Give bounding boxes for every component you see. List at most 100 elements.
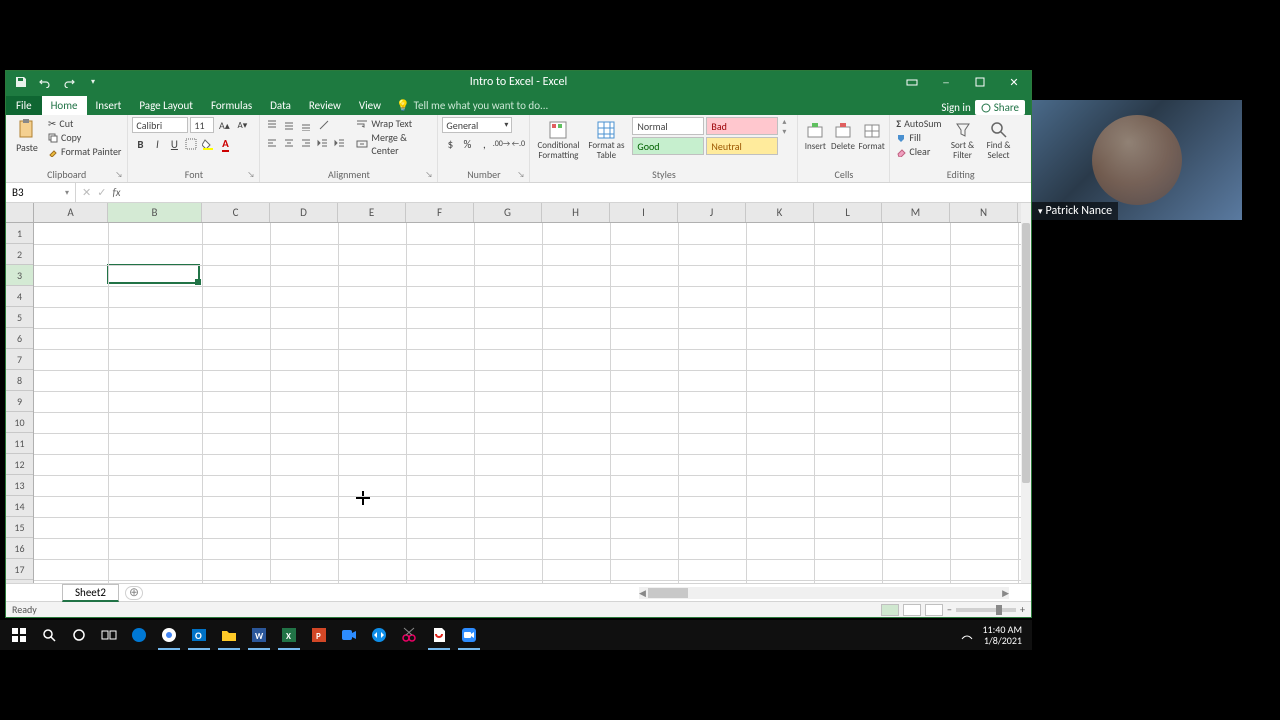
row-header[interactable]: 2	[6, 244, 33, 265]
conditional-formatting-button[interactable]: Conditional Formatting	[534, 117, 582, 163]
column-header[interactable]: E	[338, 203, 406, 222]
close-button[interactable]: ✕	[997, 71, 1031, 93]
paste-button[interactable]: Paste	[10, 117, 44, 156]
vertical-scroll-thumb[interactable]	[1022, 223, 1030, 483]
tray-network-icon[interactable]	[960, 629, 974, 641]
row-header[interactable]: 7	[6, 349, 33, 370]
zoom-out-icon[interactable]: −	[947, 603, 952, 616]
column-header[interactable]: K	[746, 203, 814, 222]
column-header[interactable]: B	[108, 203, 202, 222]
font-dialog-launcher-icon[interactable]: ↘	[247, 170, 257, 180]
signin-link[interactable]: Sign in	[941, 101, 970, 114]
number-format-combo[interactable]: General▾	[442, 117, 512, 133]
align-middle-icon[interactable]	[281, 117, 297, 133]
select-all-triangle[interactable]	[6, 203, 34, 223]
sort-filter-button[interactable]: Sort & Filter	[946, 117, 980, 163]
row-header[interactable]: 5	[6, 307, 33, 328]
tab-formulas[interactable]: Formulas	[202, 96, 261, 115]
tab-data[interactable]: Data	[261, 96, 300, 115]
qat-dropdown-icon[interactable]: ▾	[86, 75, 100, 89]
fill-button[interactable]: Fill	[894, 131, 943, 144]
column-header[interactable]: N	[950, 203, 1018, 222]
acrobat-icon[interactable]	[424, 620, 454, 650]
percent-format-icon[interactable]: %	[459, 136, 475, 152]
row-header[interactable]: 15	[6, 517, 33, 538]
format-cells-button[interactable]: Format	[858, 117, 886, 154]
column-header[interactable]: A	[34, 203, 108, 222]
row-header[interactable]: 10	[6, 412, 33, 433]
column-header[interactable]: L	[814, 203, 882, 222]
tab-review[interactable]: Review	[300, 96, 350, 115]
decrease-decimal-icon[interactable]: ←.0	[510, 136, 526, 152]
merge-center-button[interactable]: Merge & Center	[354, 131, 433, 157]
align-left-icon[interactable]	[264, 135, 280, 151]
tab-file[interactable]: File	[6, 96, 42, 115]
edge-icon[interactable]	[124, 620, 154, 650]
outlook-icon[interactable]: O	[184, 620, 214, 650]
teamviewer-icon[interactable]	[364, 620, 394, 650]
minimize-button[interactable]: ─	[929, 71, 963, 93]
start-button[interactable]	[4, 620, 34, 650]
italic-button[interactable]: I	[149, 136, 165, 152]
zoom-slider[interactable]	[956, 608, 1016, 612]
cortana-icon[interactable]	[64, 620, 94, 650]
word-icon[interactable]: W	[244, 620, 274, 650]
row-header[interactable]: 6	[6, 328, 33, 349]
delete-cells-button[interactable]: Delete	[830, 117, 856, 154]
tab-pagelayout[interactable]: Page Layout	[130, 96, 202, 115]
clear-button[interactable]: Clear	[894, 145, 943, 158]
normal-view-icon[interactable]	[881, 604, 899, 616]
increase-decimal-icon[interactable]: .00→	[493, 136, 509, 152]
increase-indent-icon[interactable]	[332, 135, 348, 151]
format-painter-button[interactable]: Format Painter	[46, 145, 123, 158]
file-explorer-icon[interactable]	[214, 620, 244, 650]
zoom-in-icon[interactable]: +	[1020, 603, 1025, 616]
accounting-format-icon[interactable]: $	[442, 136, 458, 152]
autosum-button[interactable]: ΣAutoSum	[894, 117, 943, 130]
column-header[interactable]: D	[270, 203, 338, 222]
horizontal-scrollbar[interactable]: ◀ ▶	[639, 587, 1009, 599]
sheet-tab[interactable]: Sheet2	[62, 584, 119, 602]
align-right-icon[interactable]	[298, 135, 314, 151]
decrease-font-icon[interactable]: A▾	[234, 117, 250, 133]
font-name-combo[interactable]: Calibri	[132, 117, 188, 133]
styles-gallery-more-icon[interactable]: ▴▾	[780, 117, 788, 137]
tab-home[interactable]: Home	[42, 96, 87, 115]
tellme-search[interactable]: 💡 Tell me what you want to do...	[390, 96, 554, 115]
tab-view[interactable]: View	[350, 96, 390, 115]
share-button[interactable]: Share	[975, 100, 1025, 115]
find-select-button[interactable]: Find & Select	[982, 117, 1016, 163]
cell-style-bad[interactable]: Bad	[706, 117, 778, 135]
cells-viewport[interactable]	[34, 223, 1021, 583]
name-box[interactable]: B3▾	[6, 183, 76, 202]
row-header[interactable]: 4	[6, 286, 33, 307]
new-sheet-button[interactable]: ⊕	[125, 586, 143, 600]
column-header[interactable]: C	[202, 203, 270, 222]
column-header[interactable]: I	[610, 203, 678, 222]
snipping-tool-icon[interactable]	[394, 620, 424, 650]
format-as-table-button[interactable]: Format as Table	[584, 117, 628, 163]
clipboard-dialog-launcher-icon[interactable]: ↘	[115, 170, 125, 180]
formula-input[interactable]	[127, 183, 1031, 202]
fill-color-icon[interactable]	[200, 136, 216, 152]
column-header[interactable]: H	[542, 203, 610, 222]
font-size-combo[interactable]: 11	[190, 117, 214, 133]
orientation-icon[interactable]	[315, 117, 335, 133]
copy-button[interactable]: Copy	[46, 131, 123, 144]
cell-style-normal[interactable]: Normal	[632, 117, 704, 135]
alignment-dialog-launcher-icon[interactable]: ↘	[425, 170, 435, 180]
row-header[interactable]: 13	[6, 475, 33, 496]
row-header[interactable]: 3	[6, 265, 33, 286]
tab-insert[interactable]: Insert	[87, 96, 131, 115]
cell-style-neutral[interactable]: Neutral	[706, 137, 778, 155]
taskview-icon[interactable]	[94, 620, 124, 650]
align-center-icon[interactable]	[281, 135, 297, 151]
increase-font-icon[interactable]: A▴	[216, 117, 232, 133]
zoom-app-icon[interactable]	[454, 620, 484, 650]
column-header[interactable]: M	[882, 203, 950, 222]
horizontal-scroll-thumb[interactable]	[648, 588, 688, 598]
cancel-formula-icon[interactable]: ✕	[82, 186, 91, 199]
maximize-button[interactable]	[963, 71, 997, 93]
undo-icon[interactable]	[38, 75, 52, 89]
align-bottom-icon[interactable]	[298, 117, 314, 133]
